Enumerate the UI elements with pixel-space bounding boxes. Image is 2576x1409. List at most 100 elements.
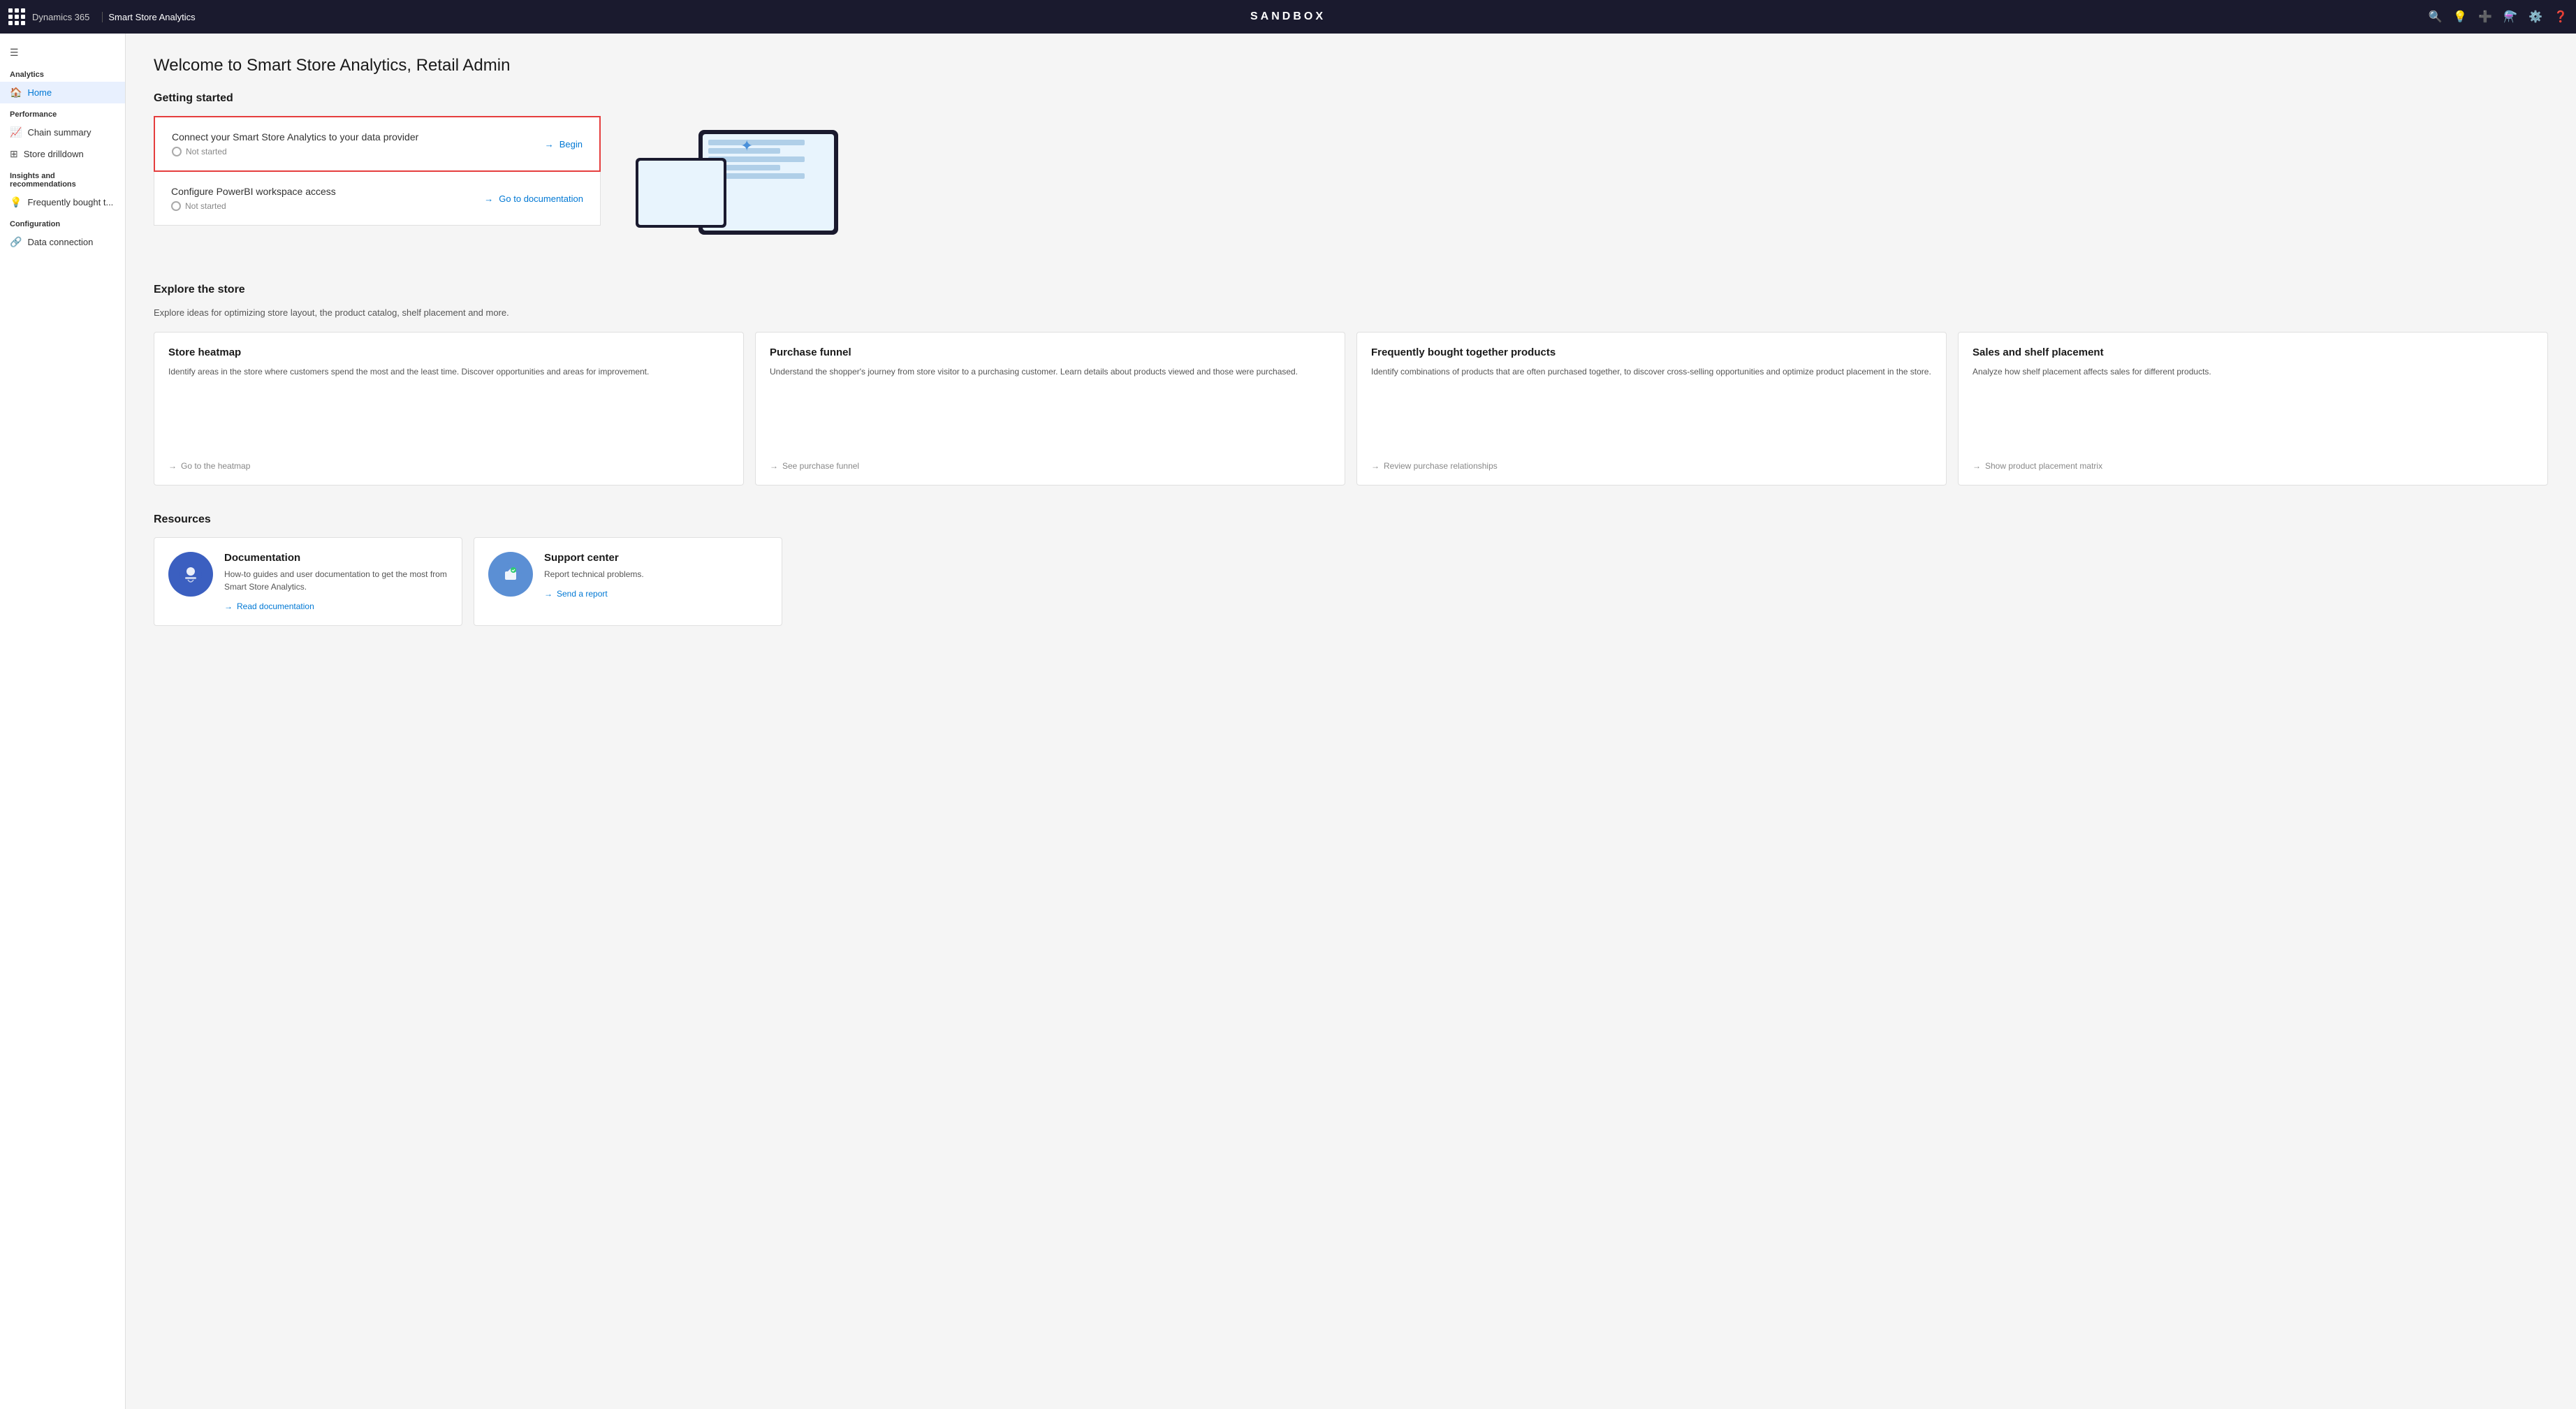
arrow-icon: → xyxy=(544,589,552,599)
nav-app-name: Smart Store Analytics xyxy=(102,12,195,22)
explore-title: Explore the store xyxy=(154,284,2548,296)
plus-decoration: ✦ xyxy=(740,137,753,155)
explore-subtitle: Explore ideas for optimizing store layou… xyxy=(154,307,2548,318)
resource-link-1[interactable]: → Send a report xyxy=(544,589,768,599)
arrow-icon: → xyxy=(770,461,778,471)
sidebar-data-connection-label: Data connection xyxy=(27,237,93,247)
arrow-icon: → xyxy=(1371,461,1380,471)
arrow-icon-0: → xyxy=(545,139,554,149)
getting-started-title: Getting started xyxy=(154,92,2548,105)
sidebar: ☰ Analytics 🏠 Home Performance 📈 Chain s… xyxy=(0,34,126,1409)
explore-card-link-label-2: Review purchase relationships xyxy=(1384,461,1498,471)
gs-card-status-0: Not started xyxy=(172,147,418,156)
explore-card-link-label-3: Show product placement matrix xyxy=(1985,461,2102,471)
status-radio-1 xyxy=(171,201,181,211)
resource-content-1: Support center Report technical problems… xyxy=(544,552,768,599)
device-small xyxy=(636,158,726,228)
question-icon[interactable]: ❓ xyxy=(2554,10,2568,24)
sandbox-label: SANDBOX xyxy=(1250,10,1326,23)
explore-card-0: Store heatmap Identify areas in the stor… xyxy=(154,332,744,486)
sidebar-item-home[interactable]: 🏠 Home xyxy=(0,82,125,103)
explore-card-link-label-0: Go to the heatmap xyxy=(181,461,250,471)
top-nav: Dynamics 365 Smart Store Analytics SANDB… xyxy=(0,0,2576,34)
resource-link-label-0: Read documentation xyxy=(237,601,314,611)
explore-card-link-1[interactable]: → See purchase funnel xyxy=(770,461,1331,471)
gs-card-action-1[interactable]: → Go to documentation xyxy=(484,194,583,204)
explore-card-3: Sales and shelf placement Analyze how sh… xyxy=(1958,332,2548,486)
page-title: Welcome to Smart Store Analytics, Retail… xyxy=(154,56,2548,75)
sidebar-hamburger[interactable]: ☰ xyxy=(0,42,125,64)
sidebar-item-data-connection[interactable]: 🔗 Data connection xyxy=(0,231,125,253)
getting-started-cards: Connect your Smart Store Analytics to yo… xyxy=(154,116,601,226)
explore-card-1: Purchase funnel Understand the shopper's… xyxy=(755,332,1345,486)
gs-card-left-1: Configure PowerBI workspace access Not s… xyxy=(171,186,336,211)
explore-card-title-1: Purchase funnel xyxy=(770,346,1331,358)
connection-icon: 🔗 xyxy=(10,236,22,248)
resource-icon-1 xyxy=(488,552,533,597)
arrow-icon: → xyxy=(1973,461,1981,471)
sidebar-frequently-bought-label: Frequently bought t... xyxy=(27,197,113,207)
arrow-icon-1: → xyxy=(484,194,493,204)
explore-card-2: Frequently bought together products Iden… xyxy=(1356,332,1947,486)
arrow-icon: → xyxy=(224,601,233,611)
sidebar-item-chain-summary[interactable]: 📈 Chain summary xyxy=(0,122,125,143)
nav-apps-button[interactable] xyxy=(8,8,25,25)
gs-card-left-0: Connect your Smart Store Analytics to yo… xyxy=(172,131,418,156)
resource-desc-0: How-to guides and user documentation to … xyxy=(224,568,448,593)
gs-card-action-label-0: Begin xyxy=(559,139,583,149)
resource-desc-1: Report technical problems. xyxy=(544,568,768,581)
search-icon[interactable]: 🔍 xyxy=(2428,10,2442,24)
gs-card-1: Configure PowerBI workspace access Not s… xyxy=(154,172,601,226)
resource-title-0: Documentation xyxy=(224,552,448,564)
explore-card-title-2: Frequently bought together products xyxy=(1371,346,1932,358)
explore-card-link-0[interactable]: → Go to the heatmap xyxy=(168,461,729,471)
gs-card-title-0: Connect your Smart Store Analytics to yo… xyxy=(172,131,418,143)
explore-card-link-3[interactable]: → Show product placement matrix xyxy=(1973,461,2533,471)
resource-icon-0 xyxy=(168,552,213,597)
sidebar-performance-label: Performance xyxy=(0,103,125,122)
sidebar-item-store-drilldown[interactable]: ⊞ Store drilldown xyxy=(0,143,125,165)
explore-section: Explore the store Explore ideas for opti… xyxy=(154,284,2548,486)
gs-card-0: Connect your Smart Store Analytics to yo… xyxy=(154,116,601,172)
sidebar-chain-summary-label: Chain summary xyxy=(27,127,91,138)
explore-card-title-3: Sales and shelf placement xyxy=(1973,346,2533,358)
lightbulb-icon: 💡 xyxy=(10,196,22,208)
gs-cards-area: Connect your Smart Store Analytics to yo… xyxy=(154,116,601,226)
settings-icon[interactable]: ⚙️ xyxy=(2529,10,2542,24)
filter-icon[interactable]: ⚗️ xyxy=(2503,10,2517,24)
help-icon[interactable]: 💡 xyxy=(2453,10,2467,24)
resource-title-1: Support center xyxy=(544,552,768,564)
gs-card-status-1: Not started xyxy=(171,201,336,211)
explore-card-link-label-1: See purchase funnel xyxy=(782,461,859,471)
explore-cards: Store heatmap Identify areas in the stor… xyxy=(154,332,2548,486)
nav-brand: Dynamics 365 xyxy=(32,12,89,22)
resource-card-1: Support center Report technical problems… xyxy=(474,537,782,626)
table-icon: ⊞ xyxy=(10,148,18,160)
resources-section: Resources Documentation How-to g xyxy=(154,513,2548,626)
home-icon: 🏠 xyxy=(10,87,22,98)
status-text-0: Not started xyxy=(186,147,227,156)
sidebar-item-frequently-bought[interactable]: 💡 Frequently bought t... xyxy=(0,191,125,213)
arrow-icon: → xyxy=(168,461,177,471)
explore-card-link-2[interactable]: → Review purchase relationships xyxy=(1371,461,1932,471)
gs-card-action-0[interactable]: → Begin xyxy=(545,139,583,149)
resource-link-0[interactable]: → Read documentation xyxy=(224,601,448,611)
sidebar-analytics-label: Analytics xyxy=(0,64,125,82)
sidebar-store-drilldown-label: Store drilldown xyxy=(24,149,84,159)
add-icon[interactable]: ➕ xyxy=(2478,10,2492,24)
gs-card-title-1: Configure PowerBI workspace access xyxy=(171,186,336,197)
status-radio-0 xyxy=(172,147,182,156)
resources-title: Resources xyxy=(154,513,2548,526)
gs-card-action-label-1: Go to documentation xyxy=(499,194,583,204)
resources-cards: Documentation How-to guides and user doc… xyxy=(154,537,782,626)
status-text-1: Not started xyxy=(185,201,226,211)
resource-card-0: Documentation How-to guides and user doc… xyxy=(154,537,462,626)
explore-card-desc-3: Analyze how shelf placement affects sale… xyxy=(1973,365,2533,450)
sidebar-insights-label: Insights and recommendations xyxy=(0,165,125,191)
chart-icon: 📈 xyxy=(10,126,22,138)
sidebar-configuration-label: Configuration xyxy=(0,213,125,231)
explore-card-desc-1: Understand the shopper's journey from st… xyxy=(770,365,1331,450)
getting-started-wrapper: Connect your Smart Store Analytics to yo… xyxy=(154,116,2548,256)
hero-image: ✦ xyxy=(629,116,852,256)
hamburger-icon: ☰ xyxy=(10,47,19,59)
